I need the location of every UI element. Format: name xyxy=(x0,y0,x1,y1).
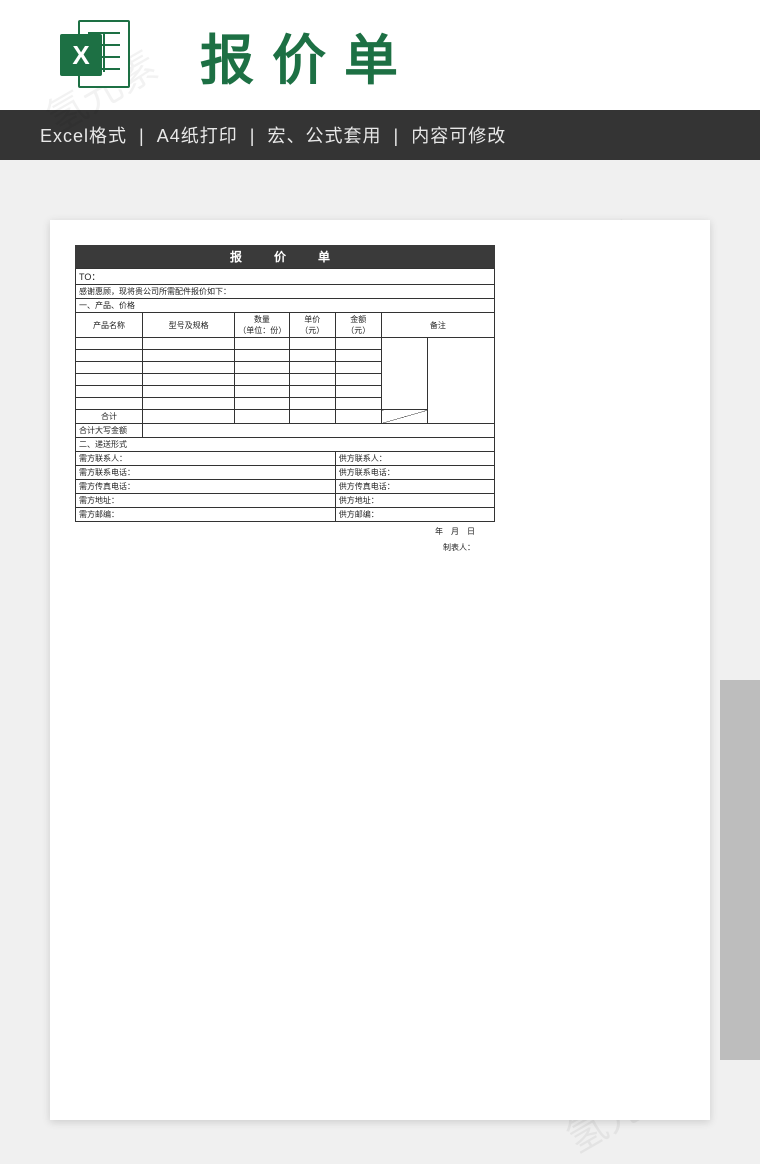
table-cell xyxy=(335,362,381,374)
page-title: 报价单 xyxy=(200,16,416,95)
contact-left: 需方传真电话： xyxy=(76,480,336,494)
table-cell xyxy=(335,350,381,362)
table-cell xyxy=(235,338,289,350)
col-model: 型号及规格 xyxy=(143,313,235,338)
total-cn-label: 合计大写金额 xyxy=(76,424,143,438)
footer-signature: 制表人： xyxy=(75,538,495,554)
feature-item: A4纸打印 xyxy=(157,126,238,146)
table-cell xyxy=(289,374,335,386)
table-cell xyxy=(235,362,289,374)
separator: | xyxy=(250,126,256,146)
table-cell xyxy=(289,338,335,350)
contact-left: 需方邮编： xyxy=(76,508,336,522)
table-cell xyxy=(76,386,143,398)
contact-left: 需方联系电话： xyxy=(76,466,336,480)
table-cell xyxy=(289,350,335,362)
table-cell xyxy=(143,374,235,386)
table-cell xyxy=(76,350,143,362)
col-qty: 数量 （单位：份） xyxy=(235,313,289,338)
table-cell xyxy=(143,424,495,438)
diagonal-cell xyxy=(381,410,427,424)
table-cell xyxy=(143,338,235,350)
excel-icon-letter: X xyxy=(60,34,102,76)
table-cell xyxy=(335,338,381,350)
col-price: 单价 （元） xyxy=(289,313,335,338)
contact-right: 供方传真电话： xyxy=(335,480,494,494)
table-cell xyxy=(143,410,235,424)
table-cell xyxy=(289,398,335,410)
table-cell xyxy=(235,410,289,424)
side-accent-bar xyxy=(720,680,760,1060)
separator: | xyxy=(139,126,145,146)
col-remark: 备注 xyxy=(381,313,494,338)
intro-text: 感谢惠顾，现将贵公司所需配件报价如下： xyxy=(76,285,495,299)
quotation-document: 报 价 单 TO： 感谢惠顾，现将贵公司所需配件报价如下： 一、产品、价格 产品… xyxy=(75,245,495,554)
table-cell xyxy=(381,338,427,410)
table-cell xyxy=(235,386,289,398)
table-cell xyxy=(235,350,289,362)
table-cell xyxy=(143,362,235,374)
header: X 报价单 xyxy=(0,0,760,110)
section-heading: 二、递送形式 xyxy=(76,438,495,452)
table-cell xyxy=(143,398,235,410)
footer-date: 年 月 日 xyxy=(75,522,495,538)
table-cell xyxy=(335,386,381,398)
contact-right: 供方联系人： xyxy=(335,452,494,466)
table-cell xyxy=(76,398,143,410)
doc-title: 报 价 单 xyxy=(75,245,495,268)
quotation-table: TO： 感谢惠顾，现将贵公司所需配件报价如下： 一、产品、价格 产品名称 型号及… xyxy=(75,268,495,522)
excel-icon: X xyxy=(60,20,130,90)
table-cell xyxy=(427,338,494,424)
table-cell xyxy=(289,362,335,374)
table-cell xyxy=(76,374,143,386)
col-product: 产品名称 xyxy=(76,313,143,338)
table-cell xyxy=(335,398,381,410)
subtotal-label: 合计 xyxy=(76,410,143,424)
feature-item: Excel格式 xyxy=(40,126,127,146)
feature-item: 宏、公式套用 xyxy=(267,126,381,146)
table-cell xyxy=(235,398,289,410)
contact-left: 需方地址： xyxy=(76,494,336,508)
table-cell xyxy=(335,410,381,424)
feature-band: Excel格式 | A4纸打印 | 宏、公式套用 | 内容可修改 xyxy=(0,110,760,160)
table-cell xyxy=(143,350,235,362)
document-preview: 报 价 单 TO： 感谢惠顾，现将贵公司所需配件报价如下： 一、产品、价格 产品… xyxy=(50,220,710,1120)
table-cell xyxy=(335,374,381,386)
contact-left: 需方联系人： xyxy=(76,452,336,466)
table-cell xyxy=(289,386,335,398)
table-cell xyxy=(76,362,143,374)
col-amount: 金额 （元） xyxy=(335,313,381,338)
contact-right: 供方邮编： xyxy=(335,508,494,522)
contact-right: 供方联系电话： xyxy=(335,466,494,480)
to-label: TO： xyxy=(76,269,495,285)
table-cell xyxy=(76,338,143,350)
table-cell xyxy=(289,410,335,424)
table-cell xyxy=(235,374,289,386)
contact-right: 供方地址： xyxy=(335,494,494,508)
feature-item: 内容可修改 xyxy=(411,126,506,146)
table-cell xyxy=(143,386,235,398)
separator: | xyxy=(394,126,400,146)
section-heading: 一、产品、价格 xyxy=(76,299,495,313)
